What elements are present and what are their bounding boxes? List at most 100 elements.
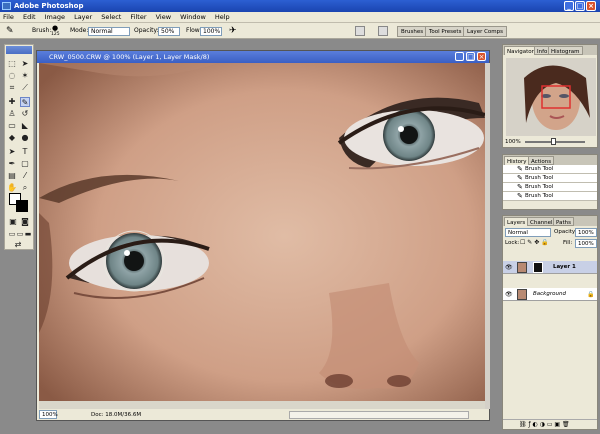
paint-bucket-tool-icon[interactable]: ◣ <box>20 121 30 131</box>
layer-name: Layer 1 <box>553 264 576 270</box>
file-browser-icon[interactable] <box>355 26 365 36</box>
airbrush-icon[interactable]: ✈ <box>229 23 237 39</box>
lock-options-icons[interactable]: ☐ ✎ ✥ 🔒 <box>520 239 549 246</box>
layer-thumbnail <box>517 262 527 273</box>
minimize-button[interactable]: _ <box>564 1 574 11</box>
layer-row-background[interactable]: 👁 Background 🔒 <box>503 288 597 301</box>
history-item[interactable]: ✎ Brush Tool <box>503 174 597 183</box>
lock-label: Lock: <box>505 240 520 246</box>
notes-tool-icon[interactable]: ▤ <box>7 171 17 181</box>
navigator-thumbnail[interactable] <box>506 58 596 136</box>
layer-mask-thumbnail[interactable] <box>533 262 543 273</box>
menu-edit[interactable]: Edit <box>23 13 36 21</box>
mode-label: Mode: <box>70 27 89 34</box>
tab-history[interactable]: History <box>504 156 530 165</box>
document-window: CRW_0500.CRW @ 100% (Layer 1, Layer Mask… <box>36 50 490 421</box>
layer-row-layer-1[interactable]: 👁 Layer 1 <box>503 261 597 274</box>
layers-footer-buttons[interactable]: ⛓ ƒ ◐ ◑ ▭ ▣ 🗑 <box>503 419 597 429</box>
type-tool-icon[interactable]: T <box>20 147 30 157</box>
crop-tool-icon[interactable]: ⌗ <box>7 83 17 93</box>
well-tab-layer-comps[interactable]: Layer Comps <box>463 26 508 37</box>
layer-thumbnail <box>517 289 527 300</box>
mode-select[interactable]: Normal <box>88 27 130 36</box>
well-tab-tool-presets[interactable]: Tool Presets <box>425 26 466 37</box>
move-tool-icon[interactable]: ➤ <box>20 59 30 69</box>
document-title: CRW_0500.CRW @ 100% (Layer 1, Layer Mask… <box>49 53 210 61</box>
layers-tabs: Layers Channels Paths <box>503 216 597 226</box>
tab-paths[interactable]: Paths <box>553 217 574 226</box>
lock-icon: 🔒 <box>587 291 595 298</box>
lasso-tool-icon[interactable]: ◌ <box>7 71 17 81</box>
eyedropper-tool-icon[interactable]: ⁄ <box>20 171 30 181</box>
fill-field[interactable]: 100% <box>575 239 597 248</box>
history-brush-tool-icon[interactable]: ↺ <box>20 109 30 119</box>
navigator-preview-image <box>506 58 596 136</box>
menu-filter[interactable]: Filter <box>130 13 146 21</box>
tab-actions[interactable]: Actions <box>528 156 555 165</box>
jump-to-imageready-icon[interactable]: ⇄ <box>13 240 23 250</box>
opacity-label: Opacity: <box>134 27 159 34</box>
brush-history-icon: ✎ <box>517 183 523 191</box>
brush-tool-icon[interactable]: ✎ <box>6 23 14 39</box>
slice-tool-icon[interactable]: ⟋ <box>20 83 30 93</box>
maximize-button[interactable]: □ <box>575 1 585 11</box>
history-tabs: History Actions <box>503 155 597 165</box>
blur-tool-icon[interactable]: ◆ <box>7 133 17 143</box>
clone-stamp-tool-icon[interactable]: ♙ <box>7 109 17 119</box>
layer-name: Background <box>533 291 566 297</box>
history-panel: History Actions ✎ Brush Tool ✎ Brush Tool … <box>502 154 598 210</box>
menu-view[interactable]: View <box>156 13 171 21</box>
shape-tool-icon[interactable]: ▢ <box>20 159 30 169</box>
tab-layers[interactable]: Layers <box>504 217 529 226</box>
hand-tool-icon[interactable]: ✋ <box>7 183 17 193</box>
brush-label: Brush: <box>32 27 52 34</box>
vertical-scrollbar[interactable] <box>485 63 490 409</box>
screen-mode-full-icon[interactable]: ▬ <box>23 229 33 239</box>
layer-opacity-field[interactable]: 100% <box>575 228 597 237</box>
marquee-tool-icon[interactable]: ⬚ <box>7 59 17 69</box>
blend-mode-select[interactable]: Normal <box>505 228 551 237</box>
opacity-field[interactable]: 50% <box>158 27 180 36</box>
document-status-bar: 100% Doc: 18.0M/36.6M <box>39 410 489 420</box>
eraser-tool-icon[interactable]: ▭ <box>7 121 17 131</box>
toolbox: ⬚ ➤ ◌ ✶ ⌗ ⟋ ✚ ✎ ♙ ↺ ▭ ◣ ◆ ● ➤ T ✒ ▢ ▤ ⁄ … <box>4 44 34 250</box>
navigator-zoom-slider-handle[interactable] <box>551 138 556 145</box>
dodge-tool-icon[interactable]: ● <box>20 133 30 143</box>
tab-navigator[interactable]: Navigator <box>504 46 537 55</box>
image-canvas[interactable] <box>39 63 485 409</box>
doc-close-button[interactable]: × <box>477 52 486 61</box>
toggle-palettes-icon[interactable] <box>378 26 388 36</box>
layers-panel: Layers Channels Paths Normal Opacity: 10… <box>502 215 598 430</box>
doc-minimize-button[interactable]: _ <box>455 52 464 61</box>
quick-mask-mode-icon[interactable]: ◙ <box>20 217 30 227</box>
eye-visibility-icon[interactable]: 👁 <box>505 288 513 301</box>
healing-brush-tool-icon[interactable]: ✚ <box>7 97 17 107</box>
pen-tool-icon[interactable]: ✒ <box>7 159 17 169</box>
close-button[interactable]: × <box>586 1 596 11</box>
standard-mode-icon[interactable]: ▣ <box>8 217 18 227</box>
path-selection-tool-icon[interactable]: ➤ <box>7 147 17 157</box>
history-item[interactable]: ✎ Brush Tool <box>503 165 597 174</box>
eye-visibility-icon[interactable]: 👁 <box>505 261 513 274</box>
magic-wand-tool-icon[interactable]: ✶ <box>20 71 30 81</box>
menu-help[interactable]: Help <box>215 13 230 21</box>
history-item[interactable]: ✎ Brush Tool <box>503 183 597 192</box>
horizontal-scrollbar[interactable] <box>289 411 469 419</box>
menu-file[interactable]: File <box>3 13 14 21</box>
doc-info-text[interactable]: Doc: 18.0M/36.6M <box>91 410 141 420</box>
zoom-tool-icon[interactable]: ⌕ <box>20 183 30 193</box>
brush-history-icon: ✎ <box>517 174 523 182</box>
tab-histogram[interactable]: Histogram <box>548 46 583 55</box>
well-tab-brushes[interactable]: Brushes <box>397 26 428 37</box>
navigator-zoom-value[interactable]: 100% <box>505 139 521 145</box>
flow-field[interactable]: 100% <box>200 27 222 36</box>
doc-zoom-field[interactable]: 100% <box>39 410 58 419</box>
brush-tool-active-icon[interactable]: ✎ <box>20 97 30 107</box>
menu-layer[interactable]: Layer <box>74 13 92 21</box>
doc-maximize-button[interactable]: □ <box>466 52 475 61</box>
history-item[interactable]: ✎ Brush Tool <box>503 192 597 201</box>
menu-window[interactable]: Window <box>180 13 206 21</box>
menu-select[interactable]: Select <box>101 13 121 21</box>
background-color-swatch-bottom[interactable] <box>16 200 28 212</box>
layer-opacity-label: Opacity: <box>554 229 577 235</box>
